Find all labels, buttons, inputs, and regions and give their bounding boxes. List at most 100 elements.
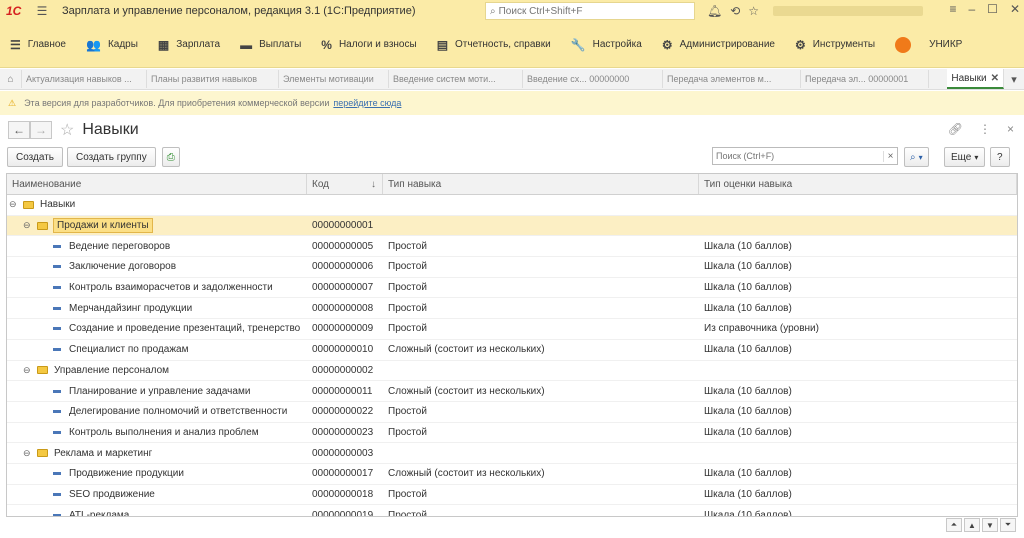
collapse-icon[interactable]: ⊖ — [23, 365, 33, 376]
cell-type: Простой — [388, 302, 427, 314]
notice-link[interactable]: перейдите сюда — [333, 98, 401, 108]
close-window-icon[interactable]: ✕ — [1010, 2, 1020, 16]
tab-0[interactable]: Актуализация навыков ... — [22, 70, 147, 88]
section-6[interactable]: 🔧 Настройка — [571, 38, 642, 52]
tabs-dropdown-icon[interactable]: ▾ — [1004, 73, 1024, 86]
item-icon — [53, 430, 61, 434]
section-5[interactable]: ▤ Отчетность, справки — [437, 38, 551, 52]
app-title: Зарплата и управление персоналом, редакц… — [62, 5, 416, 17]
chevron-down-icon: ▾ — [918, 152, 923, 162]
cell-name: Планирование и управление задачами — [7, 381, 307, 401]
section-9[interactable]: УНИКР — [895, 36, 962, 53]
table-row[interactable]: Специалист по продажам 00000000010 Сложный… — [7, 340, 1017, 361]
table-row[interactable]: Контроль выполнения и анализ проблем 0000… — [7, 423, 1017, 444]
section-3[interactable]: ▬ Выплаты — [240, 38, 301, 52]
tab-6[interactable]: Передача эл... 00000001 — [801, 70, 929, 88]
tab-active[interactable]: Навыки ✕ — [947, 69, 1004, 89]
tab-3[interactable]: Введение систем моти... — [389, 70, 523, 88]
section-7[interactable]: ⚙ Администрирование — [662, 38, 775, 52]
create-group-button[interactable]: Создать группу — [67, 147, 156, 167]
create-button[interactable]: Создать — [7, 147, 64, 167]
table-row[interactable]: Делегирование полномочий и ответственнос… — [7, 402, 1017, 423]
column-header-type[interactable]: Тип навыка — [383, 174, 699, 194]
more-vertical-icon[interactable]: ⋮ — [979, 122, 991, 136]
history-icon[interactable]: ⟲ — [730, 4, 740, 18]
help-button[interactable]: ? — [990, 147, 1010, 167]
cell-code: 00000000005 — [312, 240, 374, 252]
table-row[interactable]: SEO продвижение 00000000018 Простой Шкала (… — [7, 485, 1017, 506]
scroll-bottom-icon[interactable]: ⏷ — [1000, 518, 1016, 532]
table-row[interactable]: Продвижение продукции 00000000017 Сложный … — [7, 464, 1017, 485]
table-row[interactable]: Создание и проведение презентаций, трене… — [7, 319, 1017, 340]
table-row[interactable]: ⊖ Продажи и клиенты 00000000001 — [7, 215, 1017, 237]
tab-5[interactable]: Передача элементов м... — [663, 70, 801, 88]
row-name: Продвижение продукции — [69, 468, 184, 480]
table-row[interactable]: Ведение переговоров 00000000005 Простой Шка… — [7, 236, 1017, 258]
bell-icon[interactable]: 🔔︎ — [707, 4, 722, 18]
table-row[interactable]: ⊖ Навыки — [7, 195, 1017, 216]
cell-rating: Шкала (10 баллов) — [704, 282, 792, 294]
column-header-name[interactable]: Наименование — [7, 174, 307, 194]
collapse-icon[interactable]: ⊖ — [9, 199, 19, 210]
notice-text: Эта версия для разработчиков. Для приобр… — [24, 98, 330, 108]
row-name: Продажи и клиенты — [53, 218, 153, 234]
maximize-icon[interactable]: ☐ — [987, 2, 998, 16]
section-label: Кадры — [107, 39, 138, 50]
cell-type: Простой — [388, 240, 427, 252]
row-name: Мерчандайзинг продукции — [69, 302, 193, 314]
close-form-icon[interactable]: × — [1007, 122, 1014, 136]
collapse-icon[interactable]: ⊖ — [23, 220, 33, 231]
table-row[interactable]: Планирование и управление задачами 000000… — [7, 381, 1017, 402]
excel-export-icon[interactable]: ⎙ — [161, 147, 180, 167]
scroll-up-icon[interactable]: ▲ — [964, 518, 980, 532]
column-header-rating[interactable]: Тип оценки навыка — [699, 174, 1017, 194]
favorites-star-icon[interactable]: ☆ — [748, 4, 759, 18]
back-arrow-icon[interactable]: ← — [8, 121, 30, 139]
global-search-input[interactable] — [498, 5, 679, 17]
more-button[interactable]: Еще ▾ — [944, 147, 986, 167]
cell-code: 00000000007 — [312, 282, 374, 294]
tab-1[interactable]: Планы развития навыков — [147, 70, 279, 88]
table-row[interactable]: Мерчандайзинг продукции 00000000008 Просто… — [7, 298, 1017, 320]
cell-type: Сложный (состоит из нескольких) — [388, 385, 545, 397]
folder-icon — [37, 366, 48, 375]
table-row[interactable]: ATL-реклама 00000000019 Простой Шкала (10 б… — [7, 505, 1017, 516]
table-row[interactable]: ⊖ Реклама и маркетинг 00000000003 — [7, 443, 1017, 464]
cell-type — [383, 443, 699, 463]
minimize-icon[interactable]: – — [968, 2, 975, 16]
add-to-favorites-star-icon[interactable]: ☆ — [60, 120, 74, 140]
cell-name: SEO продвижение — [7, 485, 307, 505]
section-2[interactable]: ▦ Зарплата — [158, 38, 220, 52]
clear-search-icon[interactable]: × — [883, 150, 897, 162]
tab-2[interactable]: Элементы мотивации — [279, 70, 389, 88]
cell-rating: Шкала (10 баллов) — [704, 385, 792, 397]
section-8[interactable]: ⚙ Инструменты — [795, 38, 875, 52]
row-name: Навыки — [40, 199, 76, 211]
tab-4[interactable]: Введение сх... 00000000 — [523, 70, 663, 88]
section-4[interactable]: % Налоги и взносы — [321, 38, 416, 52]
search-options-button[interactable]: ⌕ ▾ — [904, 147, 929, 167]
scroll-top-icon[interactable]: ⏶ — [946, 518, 962, 532]
section-label: Налоги и взносы — [338, 39, 417, 50]
table-row[interactable]: Контроль взаиморасчетов и задолженности 0… — [7, 278, 1017, 299]
link-icon[interactable]: 🔗︎ — [948, 122, 963, 136]
table-row[interactable]: Заключение договоров 00000000006 Простой Шк… — [7, 257, 1017, 278]
column-header-code[interactable]: Код ↓ — [307, 174, 383, 194]
table-row[interactable]: ⊖ Управление персоналом 00000000002 — [7, 361, 1017, 382]
forward-arrow-icon[interactable]: → — [30, 121, 52, 139]
scroll-down-icon[interactable]: ▼ — [982, 518, 998, 532]
home-icon[interactable]: ⌂ — [0, 70, 22, 88]
collapse-icon[interactable]: ⊖ — [23, 448, 33, 459]
user-name-blurred[interactable] — [773, 6, 924, 16]
cell-code: 00000000023 — [312, 426, 374, 438]
window-menu-icon[interactable]: ≡ — [949, 2, 956, 16]
global-search[interactable]: ⌕ — [485, 2, 695, 20]
sections-panel: ☰ Главное 👥 Кадры ▦ Зарплата ▬ Выплаты % Налоги и… — [0, 22, 1024, 68]
list-search-input[interactable] — [713, 151, 883, 161]
section-0[interactable]: ☰ Главное — [10, 38, 66, 52]
list-search[interactable]: × — [712, 147, 898, 165]
close-tab-icon[interactable]: ✕ — [991, 73, 999, 84]
hamburger-icon[interactable]: ☰ — [32, 4, 52, 18]
section-1[interactable]: 👥 Кадры — [86, 38, 138, 52]
cell-type — [383, 216, 699, 236]
